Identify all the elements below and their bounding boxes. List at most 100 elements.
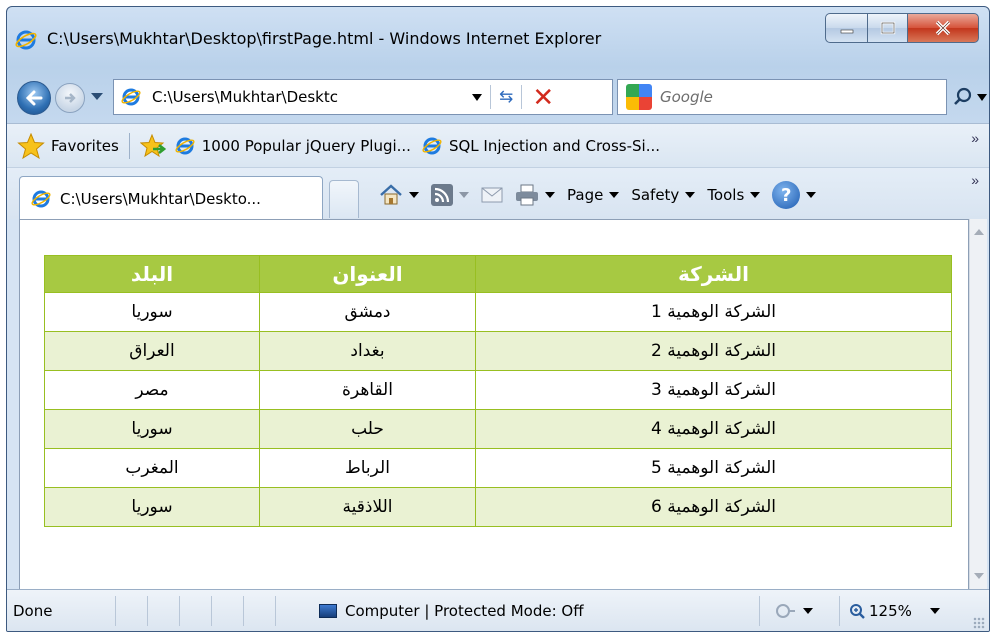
address-separator [521,85,523,109]
command-bar: C:\Users\Mukhtar\Deskto... Page Safety T… [7,167,989,220]
manage-addons-button[interactable] [775,602,813,620]
page-menu-label: Page [567,186,604,204]
home-button[interactable] [379,184,419,206]
ie-page-icon [121,88,141,106]
table-row: الشركة الوهمية 3 القاهرة مصر [44,370,952,410]
navigation-bar: C:\Users\Mukhtar\Desktc ⇆ ✕ Google [13,77,987,117]
rss-feed-icon [431,184,453,206]
print-dropdown-icon[interactable] [545,192,555,198]
resize-grip-icon[interactable] [973,617,985,629]
minimize-icon [840,29,853,34]
ie-page-icon [31,190,51,207]
security-zone[interactable]: Computer | Protected Mode: Off [319,602,584,620]
google-logo-icon [626,84,652,110]
cell-country: العراق [44,331,260,371]
status-panel [147,596,179,626]
window-title: C:\Users\Mukhtar\Desktop\firstPage.html … [47,29,602,48]
back-button[interactable] [17,81,51,115]
search-icon[interactable] [953,87,973,107]
maximize-button[interactable] [867,13,907,43]
favorites-bar: Favorites 1000 Popular jQuery Plugi... S… [7,123,989,167]
tools-menu-button[interactable]: Tools [707,186,761,204]
ie-logo-icon [15,30,37,50]
security-zone-label: Computer | Protected Mode: Off [345,602,584,620]
help-dropdown-icon [806,192,817,198]
column-header-country: البلد [44,255,260,293]
chevron-more-icon[interactable]: » [971,172,979,188]
companies-table: الشركة العنوان البلد الشركة الوهمية 1 دم… [44,255,952,527]
addons-icon [776,604,795,618]
arrow-right-icon [65,93,76,103]
cell-address: حلب [259,409,476,449]
help-button[interactable]: ? [772,181,817,209]
page-menu-button[interactable]: Page [567,186,620,204]
status-panel [275,596,307,626]
chevron-more-icon[interactable]: » [971,130,979,146]
column-header-address: العنوان [259,255,476,293]
page-dropdown-icon [609,192,620,198]
scroll-down-icon[interactable] [974,573,984,579]
favorites-button[interactable]: Favorites [17,132,119,159]
tab-label: C:\Users\Mukhtar\Deskto... [60,189,261,208]
home-icon [380,184,402,205]
scroll-up-icon[interactable] [974,229,984,235]
address-bar[interactable]: C:\Users\Mukhtar\Desktc ⇆ ✕ [113,79,613,115]
favorite-link-1[interactable]: 1000 Popular jQuery Plugi... [174,135,411,157]
address-dropdown-icon[interactable] [472,93,482,101]
search-options-dropdown-icon[interactable] [977,94,987,101]
tab-active[interactable]: C:\Users\Mukhtar\Deskto... [19,176,323,220]
zoom-dropdown-icon [929,608,940,614]
home-dropdown-icon[interactable] [409,192,419,198]
feeds-dropdown-icon[interactable] [459,192,469,198]
address-input[interactable]: C:\Users\Mukhtar\Desktc [152,88,468,106]
zoom-control[interactable]: 125% [849,602,940,620]
cell-country: المغرب [44,448,260,488]
tools-menu-label: Tools [707,186,745,204]
favorite-link-2[interactable]: SQL Injection and Cross-Si... [421,135,660,157]
status-panel [211,596,243,626]
favorite-link-label: SQL Injection and Cross-Si... [448,136,660,155]
zoom-level: 125% [869,602,912,620]
address-separator [490,85,491,109]
maximize-icon [880,21,895,35]
star-icon [17,132,45,159]
favorites-separator [128,132,130,159]
status-separator [839,596,840,626]
print-button[interactable] [515,184,555,206]
add-favorite-icon [139,133,166,157]
close-button[interactable] [907,13,979,43]
read-mail-button[interactable] [481,186,503,204]
page-content: الشركة العنوان البلد الشركة الوهمية 1 دم… [19,219,969,589]
status-panel [179,596,211,626]
safety-menu-button[interactable]: Safety [631,186,696,204]
table-row: الشركة الوهمية 4 حلب سوريا [44,409,952,449]
cell-company: الشركة الوهمية 5 [475,448,952,488]
status-panels [115,596,307,626]
minimize-button[interactable] [825,13,867,43]
printer-icon [516,184,538,206]
status-bar: Done Computer | Protected Mode: Off 125% [7,589,989,631]
cell-company: الشركة الوهمية 6 [475,487,952,527]
cell-country: سوريا [44,292,260,332]
column-header-company: الشركة [475,255,952,293]
cell-address: دمشق [259,292,476,332]
add-to-favorites-button[interactable] [139,133,166,158]
feeds-button[interactable] [431,184,469,206]
zoom-icon [850,604,865,619]
search-input[interactable]: Google [660,88,713,106]
forward-button[interactable] [55,83,85,113]
table-row: الشركة الوهمية 5 الرباط المغرب [44,448,952,488]
search-box[interactable]: Google [617,79,947,115]
refresh-icon[interactable]: ⇆ [499,87,513,107]
vertical-scrollbar[interactable] [969,219,987,589]
arrow-left-icon [25,90,43,106]
status-text: Done [13,602,53,620]
history-dropdown-icon[interactable] [91,93,103,100]
close-icon [935,20,951,36]
status-panel [115,596,147,626]
stop-icon[interactable]: ✕ [530,82,556,112]
cell-company: الشركة الوهمية 2 [475,331,952,371]
new-tab-button[interactable] [329,180,359,218]
window-controls [825,13,979,45]
table-row: الشركة الوهمية 1 دمشق سوريا [44,292,952,332]
